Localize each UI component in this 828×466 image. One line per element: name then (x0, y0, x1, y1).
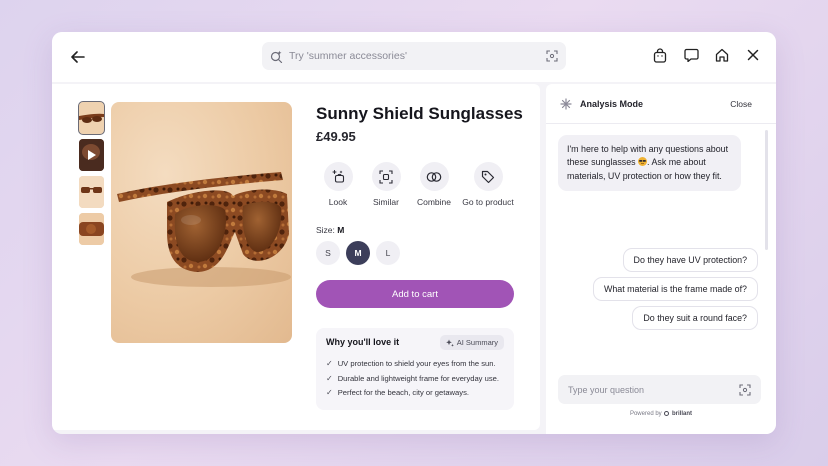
ai-summary-label: AI Summary (456, 338, 498, 347)
assistant-close-button[interactable]: Close (730, 99, 752, 109)
assistant-header: Analysis Mode (560, 98, 643, 110)
tag-icon (481, 170, 495, 183)
benefit-text: Durable and lightweight frame for everyd… (337, 373, 499, 383)
question-input[interactable]: Type your question (558, 375, 761, 404)
header-divider (546, 123, 776, 124)
look-icon (331, 169, 344, 183)
benefit-item: ✓ Perfect for the beach, city or getaways… (326, 386, 504, 401)
suggestion-chip-face[interactable]: Do they suit a round face? (632, 306, 758, 330)
search-bar[interactable]: Try 'summer accessories' (262, 42, 566, 70)
combine-icon (426, 171, 442, 182)
check-icon: ✓ (326, 388, 333, 397)
home-button[interactable] (713, 46, 731, 64)
analysis-mode-icon (560, 98, 572, 110)
chat-scrollbar[interactable] (765, 130, 768, 250)
chat-button[interactable] (682, 46, 700, 64)
brand-logo-icon (664, 411, 670, 416)
benefit-text: UV protection to shield your eyes from t… (337, 359, 496, 368)
go-to-product-label: Go to product (462, 197, 514, 207)
product-image (111, 102, 292, 343)
size-option-m[interactable]: M (346, 241, 370, 265)
check-icon: ✓ (326, 373, 333, 383)
scan-icon[interactable] (739, 383, 751, 396)
benefit-item: ✓ Durable and lightweight frame for every… (326, 372, 504, 387)
go-to-product-button[interactable]: Go to product (458, 162, 518, 207)
thumbnail-3[interactable] (79, 176, 104, 208)
size-prefix: Size: (316, 225, 335, 235)
product-actions: Look Similar Combine Go to product (314, 162, 518, 207)
back-button[interactable] (68, 47, 88, 67)
combine-label: Combine (416, 197, 452, 207)
sunglasses-emoji-icon (638, 157, 648, 167)
thumbnail-list (78, 101, 105, 245)
size-option-l[interactable]: L (376, 241, 400, 265)
benefit-text: Perfect for the beach, city or getaways. (337, 388, 469, 397)
size-label: Size: M (316, 225, 344, 235)
close-button[interactable] (744, 46, 762, 64)
add-to-cart-button[interactable]: Add to cart (316, 280, 514, 308)
look-label: Look (328, 197, 348, 207)
product-price: £49.95 (316, 129, 356, 144)
size-selector: S M L (316, 241, 400, 265)
ai-summary-badge[interactable]: AI Summary (439, 335, 504, 350)
size-option-s[interactable]: S (316, 241, 340, 265)
similar-label: Similar (373, 197, 399, 207)
brand-name: brillant (672, 411, 693, 417)
benefit-list: ✓ UV protection to shield your eyes from … (326, 357, 504, 401)
thumbnail-1[interactable] (78, 101, 105, 135)
arrow-left-icon (71, 51, 85, 63)
scan-icon[interactable] (546, 50, 558, 62)
thumbnail-4[interactable] (79, 213, 104, 245)
shopping-bag-icon (653, 47, 667, 63)
thumbnail-video[interactable] (79, 139, 104, 171)
close-icon (747, 49, 759, 61)
sunglasses-illustration (117, 172, 291, 287)
chat-icon (683, 48, 699, 62)
assistant-panel: Analysis Mode Close I'm here to help wit… (546, 84, 776, 434)
assistant-title: Analysis Mode (580, 99, 644, 109)
look-button[interactable]: Look (314, 162, 362, 207)
similar-icon (379, 169, 393, 184)
product-panel: Sunny Shield Sunglasses £49.95 Look Simi… (52, 84, 540, 430)
assistant-message: I'm here to help with any questions abou… (558, 135, 741, 191)
why-love-it-card: Why you'll love it AI Summary ✓ UV protec… (316, 328, 514, 410)
similar-button[interactable]: Similar (362, 162, 410, 207)
question-placeholder[interactable]: Type your question (568, 385, 739, 395)
benefit-item: ✓ UV protection to shield your eyes from … (326, 357, 504, 372)
top-actions (651, 46, 762, 64)
combine-button[interactable]: Combine (410, 162, 458, 207)
home-icon (715, 48, 729, 62)
suggestion-chip-material[interactable]: What material is the frame made of? (592, 277, 758, 301)
powered-by-label: Powered by (629, 411, 662, 417)
suggestion-chip-uv[interactable]: Do they have UV protection? (622, 248, 758, 272)
size-selected-value: M (337, 225, 345, 235)
bag-button[interactable] (651, 46, 669, 64)
search-sparkle-icon (270, 50, 283, 63)
check-icon: ✓ (326, 359, 333, 368)
top-bar: Try 'summer accessories' (52, 32, 776, 82)
app-window: Try 'summer accessories' Sunny Shield Su… (52, 32, 776, 434)
sparkle-icon (445, 339, 454, 347)
product-title: Sunny Shield Sunglasses (316, 104, 523, 123)
powered-by: Powered by brillant (546, 411, 776, 417)
search-placeholder[interactable]: Try 'summer accessories' (289, 50, 546, 62)
